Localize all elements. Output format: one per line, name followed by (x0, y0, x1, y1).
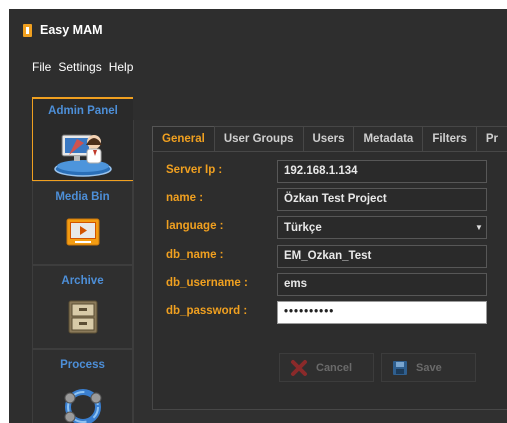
tab-filters[interactable]: Filters (422, 126, 477, 151)
tab-metadata[interactable]: Metadata (353, 126, 424, 151)
app-logo-icon (23, 23, 32, 37)
chevron-down-icon[interactable]: ▼ (472, 217, 486, 238)
app-title: Easy MAM (40, 23, 103, 37)
save-button[interactable]: Save (381, 353, 476, 382)
db-name-label: db_name : (166, 249, 224, 261)
cancel-label: Cancel (316, 361, 353, 374)
sidebar-item-label: Admin Panel (48, 105, 118, 117)
media-bin-icon (66, 218, 99, 246)
archive-icon (68, 300, 97, 334)
tab-more[interactable]: Pr (475, 126, 507, 151)
db-password-row: db_password : •••••••••• (166, 301, 496, 324)
main-content: General User Groups Users Metadata Filte… (133, 120, 507, 423)
db-name-field[interactable]: EM_Ozkan_Test (277, 245, 487, 268)
menu-settings[interactable]: Settings (58, 60, 101, 74)
sidebar-item-label: Process (60, 359, 105, 371)
language-label: language : (166, 220, 224, 232)
sidebar-item-archive[interactable]: Archive (32, 265, 133, 349)
name-row: name : Özkan Test Project (166, 188, 496, 211)
sidebar-item-label: Media Bin (55, 191, 110, 203)
db-password-field[interactable]: •••••••••• (277, 301, 487, 324)
server-ip-field[interactable]: 192.168.1.134 (277, 160, 487, 183)
save-label: Save (416, 361, 442, 374)
menu-help[interactable]: Help (109, 60, 134, 74)
title-bar: Easy MAM (9, 9, 507, 51)
menu-bar: File Settings Help (9, 57, 133, 77)
db-username-field[interactable]: ems (277, 273, 487, 296)
tab-users[interactable]: Users (302, 126, 355, 151)
tab-bar: General User Groups Users Metadata Filte… (152, 126, 507, 151)
tab-general[interactable]: General (152, 126, 215, 151)
db-username-label: db_username : (166, 277, 248, 289)
sidebar-item-admin-panel[interactable]: Admin Panel (32, 97, 133, 181)
sidebar-item-media-bin[interactable]: Media Bin (32, 181, 133, 265)
cancel-button[interactable]: Cancel (279, 353, 374, 382)
language-select[interactable]: Türkçe ▼ (277, 216, 487, 239)
name-field[interactable]: Özkan Test Project (277, 188, 487, 211)
sidebar: Admin Panel Media Bin Archive Process (32, 97, 133, 423)
process-icon (64, 389, 101, 423)
admin-panel-icon (54, 134, 112, 177)
language-row: language : Türkçe ▼ (166, 216, 496, 239)
sidebar-item-label: Archive (61, 275, 104, 287)
db-password-label: db_password : (166, 305, 248, 317)
language-value: Türkçe (284, 221, 322, 234)
name-label: name : (166, 192, 204, 204)
tab-user-groups[interactable]: User Groups (213, 126, 304, 151)
app-window: Easy MAM File Settings Help Admin Panel (9, 9, 507, 423)
server-ip-label: Server Ip : (166, 164, 223, 176)
db-name-row: db_name : EM_Ozkan_Test (166, 245, 496, 268)
sidebar-item-process[interactable]: Process (32, 349, 133, 423)
db-username-row: db_username : ems (166, 273, 496, 296)
general-settings-panel: Server Ip : 192.168.1.134 name : Özkan T… (152, 151, 507, 410)
server-ip-row: Server Ip : 192.168.1.134 (166, 160, 496, 183)
cancel-icon (291, 359, 307, 376)
menu-file[interactable]: File (32, 60, 51, 74)
save-icon (393, 360, 407, 375)
